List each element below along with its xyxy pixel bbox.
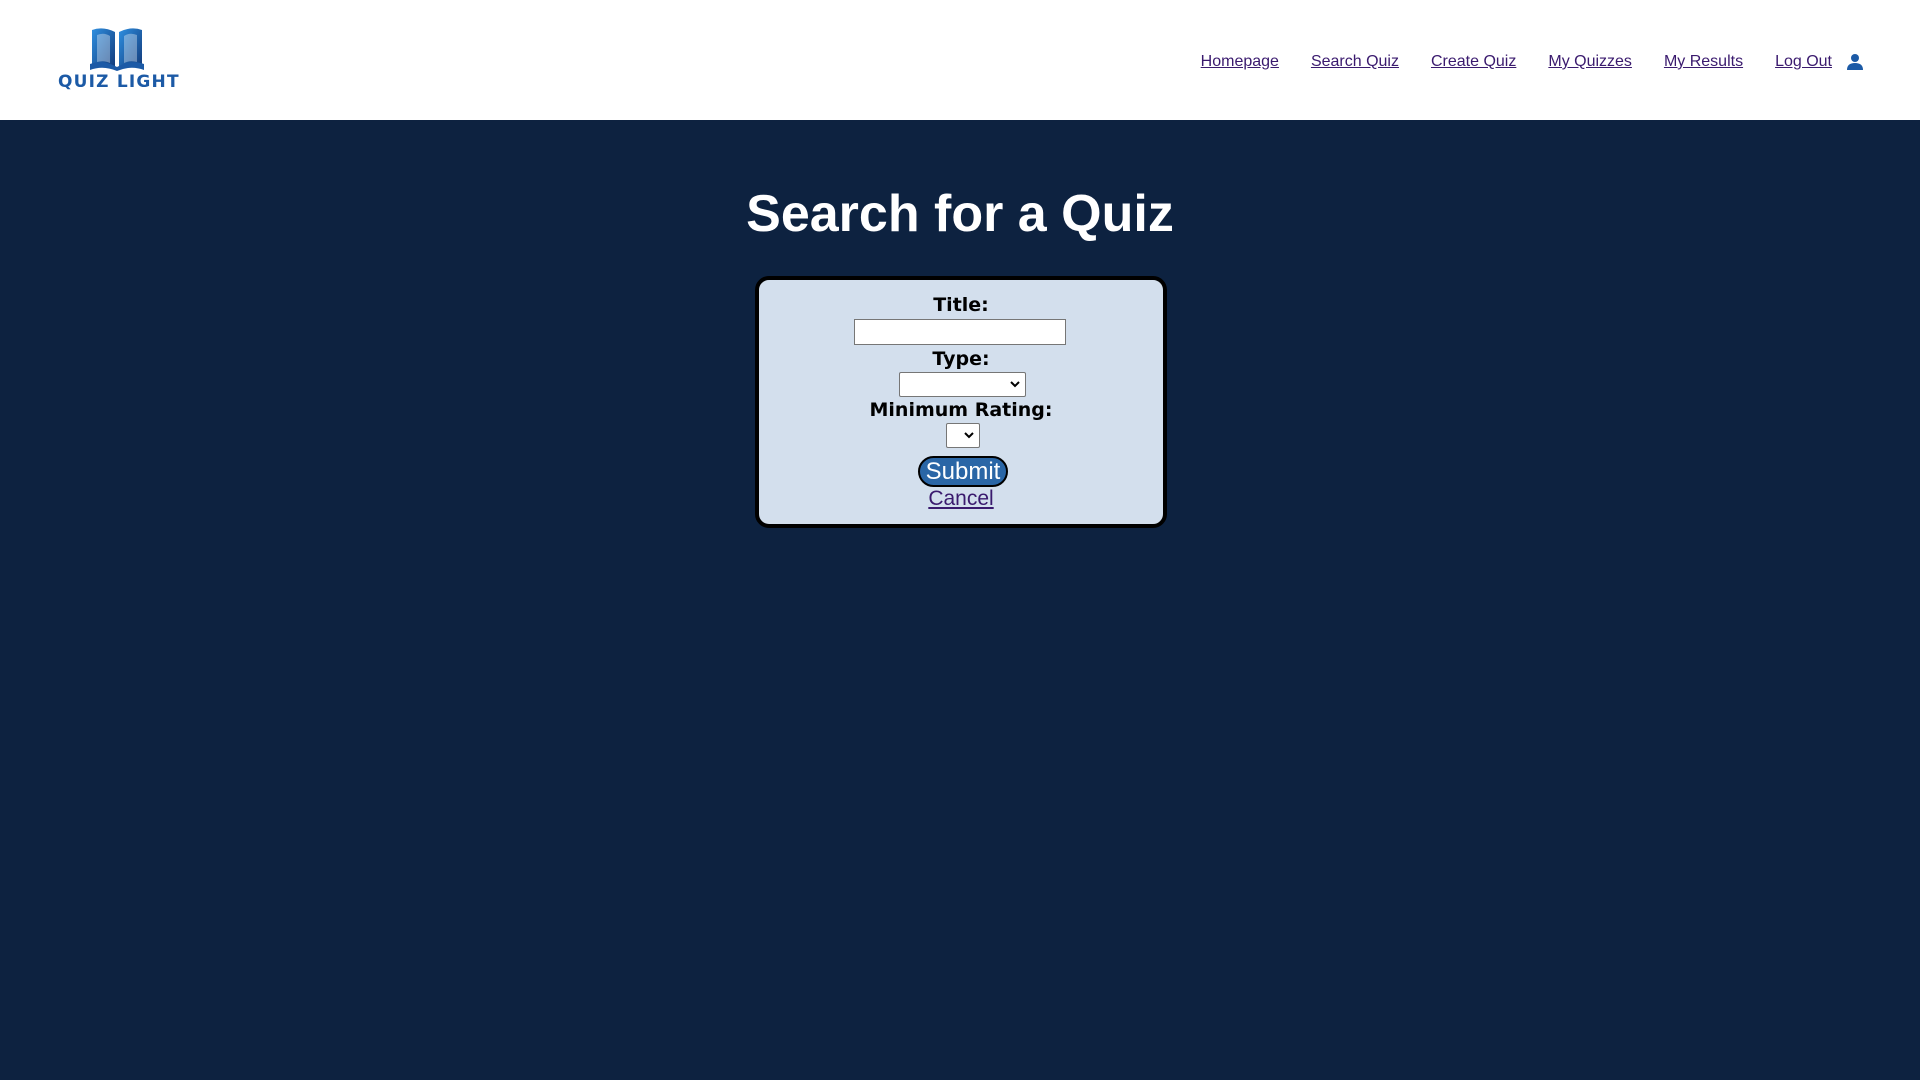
cancel-link[interactable]: Cancel — [759, 487, 1163, 511]
type-select[interactable] — [899, 372, 1026, 397]
type-label: Type: — [932, 348, 990, 370]
nav-link-create-quiz[interactable]: Create Quiz — [1431, 53, 1516, 71]
submit-button[interactable]: Submit — [918, 456, 1008, 487]
page-title: Search for a Quiz — [746, 185, 1174, 243]
nav-link-homepage[interactable]: Homepage — [1201, 53, 1279, 71]
title-label: Title: — [933, 294, 989, 316]
title-input[interactable] — [854, 319, 1066, 345]
nav-link-my-results[interactable]: My Results — [1664, 53, 1743, 71]
minimum-rating-label: Minimum Rating: — [869, 399, 1053, 421]
nav-link-search-quiz[interactable]: Search Quiz — [1311, 53, 1399, 71]
site-header: QUIZ LIGHT Homepage Search Quiz Create Q… — [0, 0, 1920, 120]
open-book-icon — [90, 28, 144, 71]
nav-link-log-out[interactable]: Log Out — [1775, 53, 1832, 71]
quiz-light-logo[interactable]: QUIZ LIGHT — [58, 24, 180, 96]
nav-link-my-quizzes[interactable]: My Quizzes — [1548, 53, 1632, 71]
user-icon[interactable] — [1846, 53, 1864, 71]
chevron-down-icon — [964, 432, 974, 439]
minimum-rating-select[interactable] — [946, 423, 980, 448]
main-nav: Homepage Search Quiz Create Quiz My Quiz… — [1201, 53, 1864, 71]
search-form: Title: Type: Minimum Rating: Submit Canc… — [755, 276, 1167, 528]
chevron-down-icon — [1010, 381, 1020, 388]
logo-text: QUIZ LIGHT — [58, 72, 180, 92]
